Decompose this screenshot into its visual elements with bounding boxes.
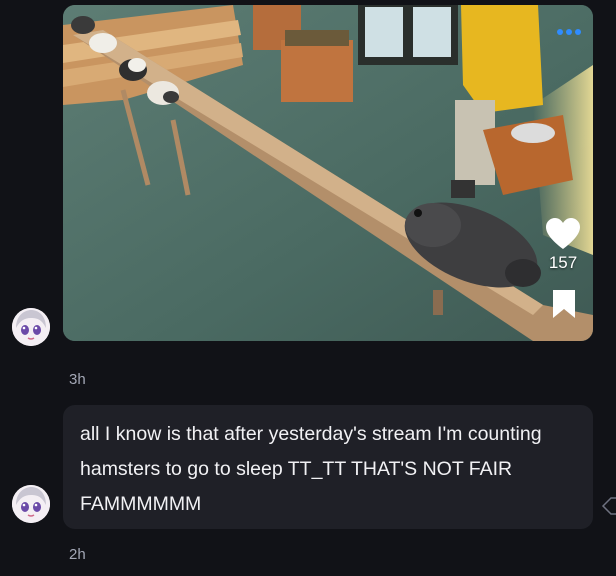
avatar[interactable] xyxy=(12,308,50,346)
post-timestamp: 3h xyxy=(69,371,86,388)
avatar-icon xyxy=(12,485,50,523)
heart-icon[interactable] xyxy=(545,217,581,251)
like-count: 157 xyxy=(548,253,578,272)
message-timestamp: 2h xyxy=(69,546,86,563)
more-options-button[interactable] xyxy=(557,29,581,35)
bookmark-icon[interactable] xyxy=(552,289,576,319)
message-text: all I know is that after yesterday's str… xyxy=(80,423,542,515)
media-post[interactable]: 157 xyxy=(63,5,593,341)
react-icon[interactable] xyxy=(601,496,616,516)
avatar-icon xyxy=(12,308,50,346)
more-dot-icon xyxy=(575,29,581,35)
guinea-pig-gif xyxy=(63,5,593,341)
avatar[interactable] xyxy=(12,485,50,523)
more-dot-icon xyxy=(557,29,563,35)
message-bubble[interactable]: all I know is that after yesterday's str… xyxy=(63,405,593,529)
chat-view: 157 3h all I know is that after yesterda… xyxy=(0,0,616,576)
more-dot-icon xyxy=(566,29,572,35)
